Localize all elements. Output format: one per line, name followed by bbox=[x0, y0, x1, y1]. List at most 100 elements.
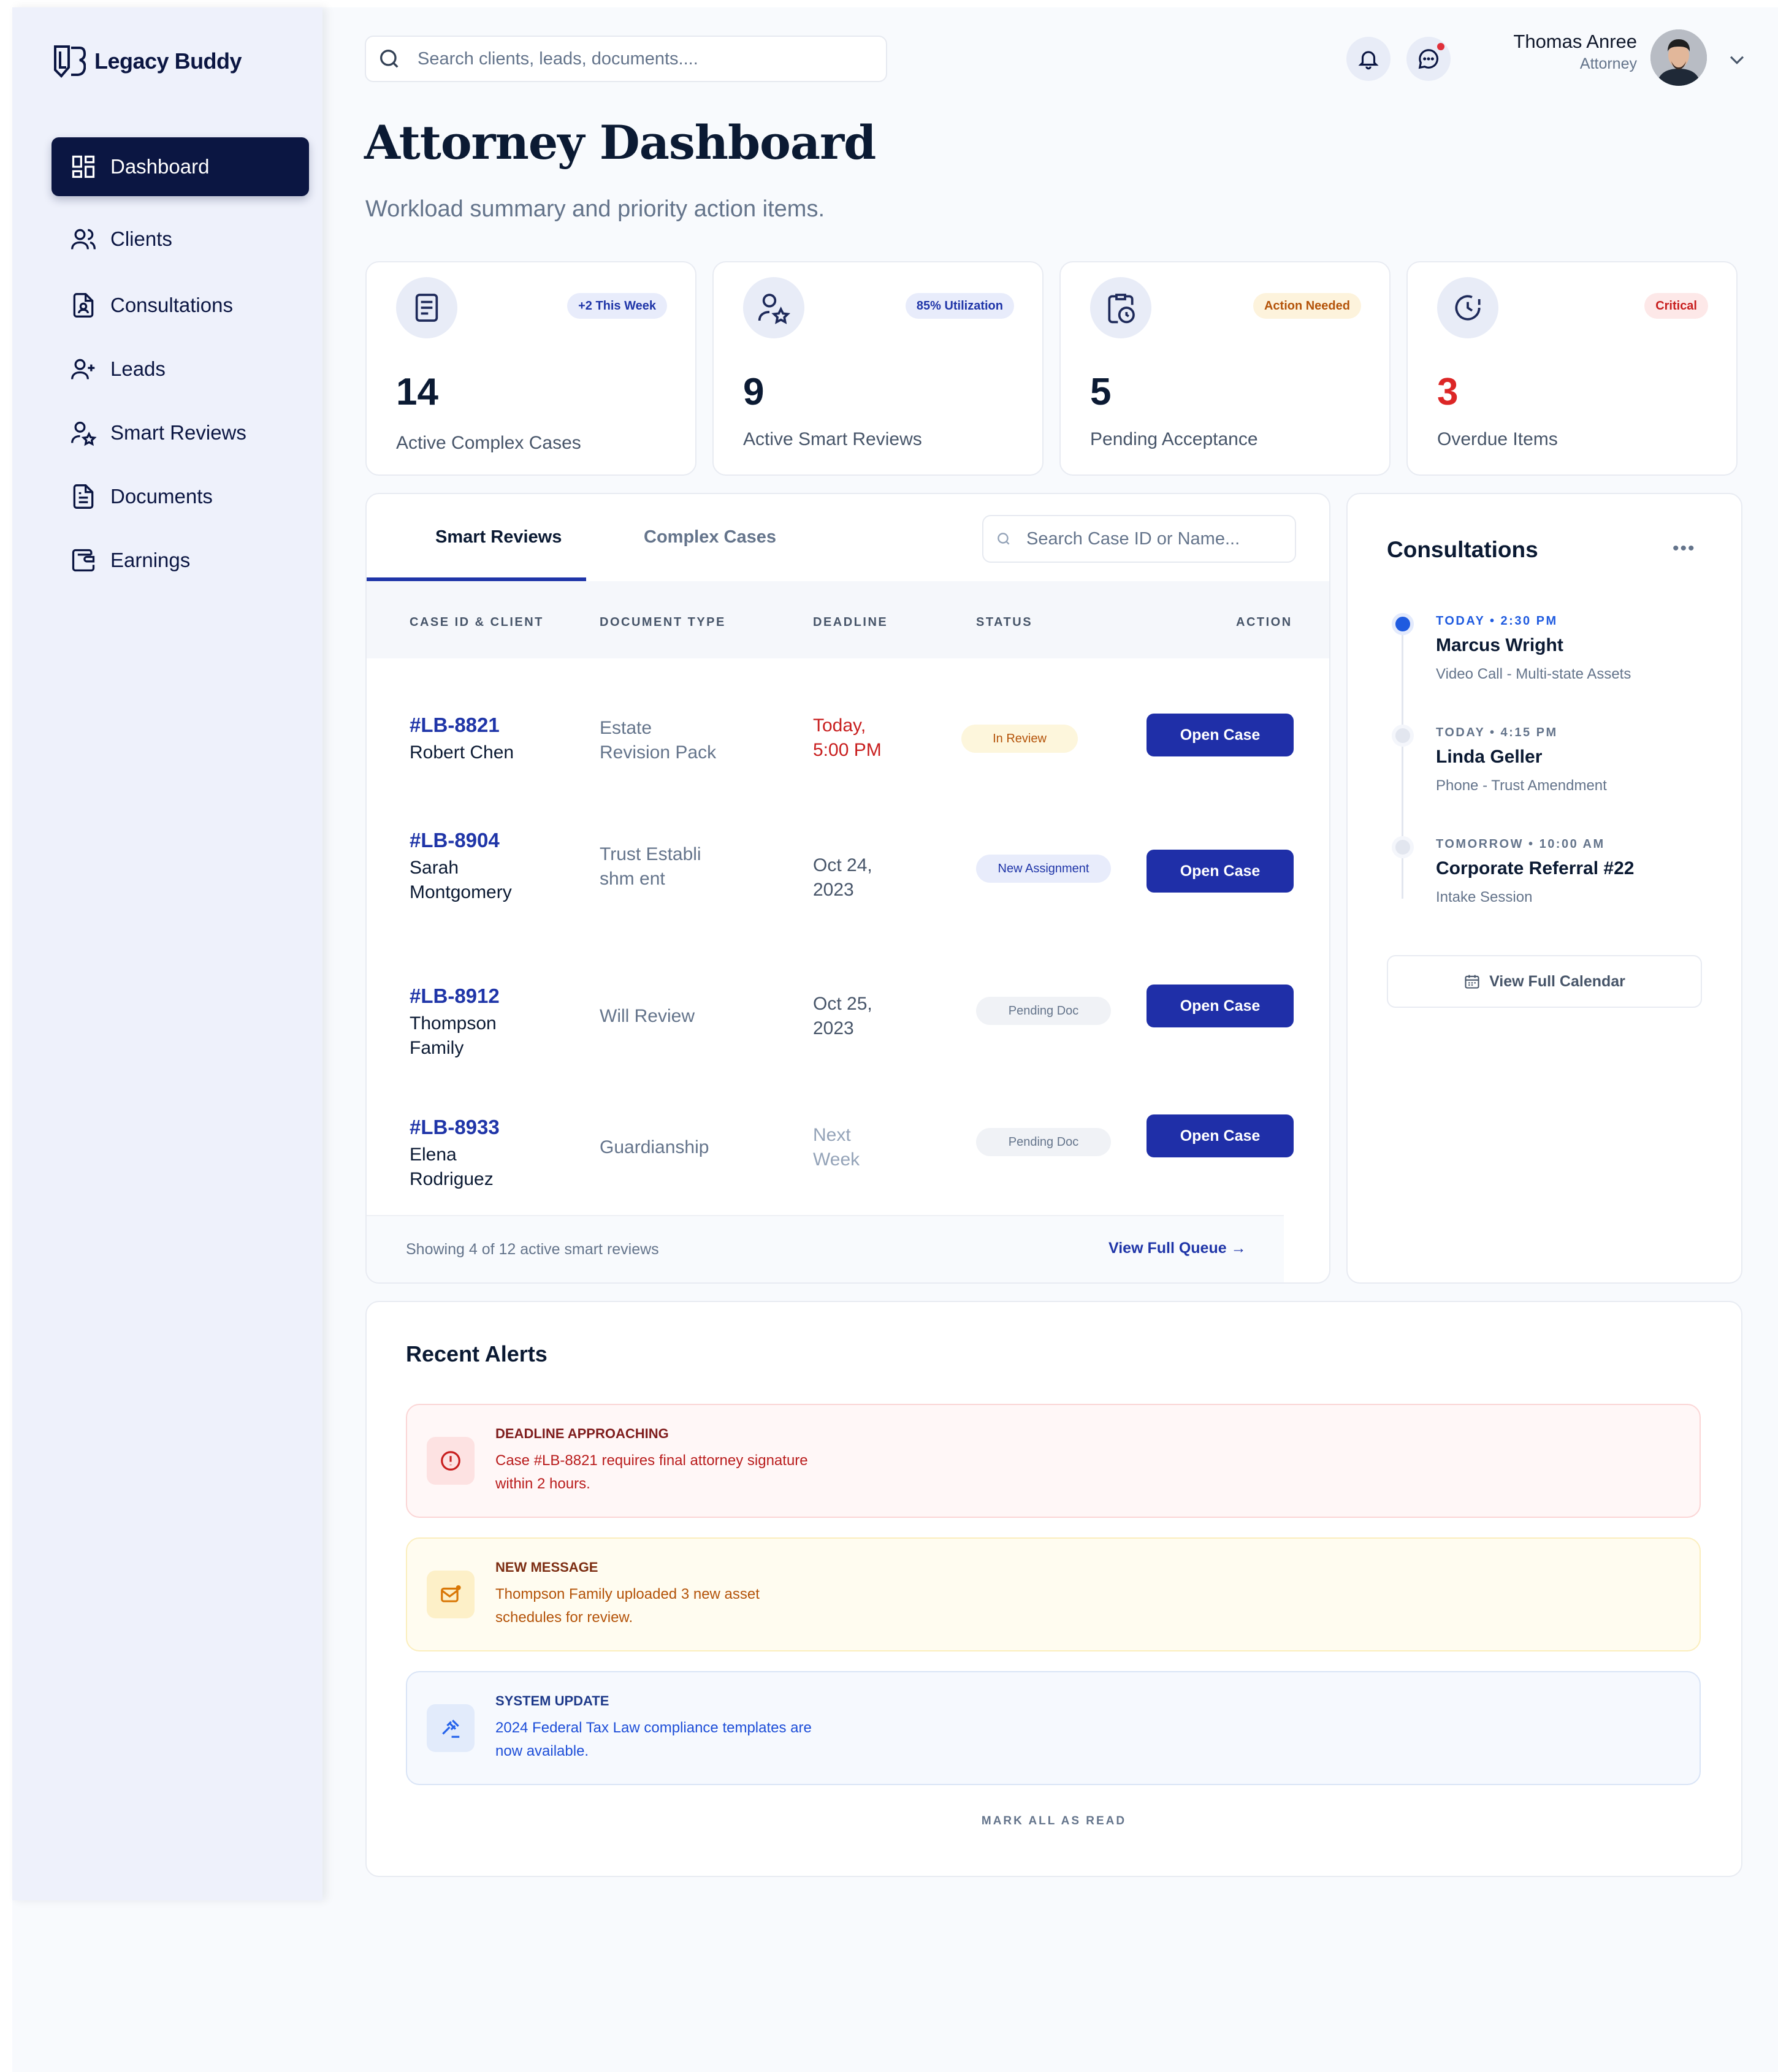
view-full-queue-link[interactable]: View Full Queue → bbox=[1108, 1240, 1246, 1257]
bell-icon bbox=[1358, 51, 1379, 70]
case-id-link[interactable]: #LB-8904 bbox=[410, 829, 500, 852]
consultation-desc: Intake Session bbox=[1436, 889, 1533, 905]
stat-label: Overdue Items bbox=[1437, 429, 1558, 449]
alert-deadline[interactable]: DEADLINE APPROACHING Case #LB-8821 requi… bbox=[406, 1404, 1701, 1518]
column-header: DEADLINE bbox=[813, 615, 888, 629]
status-badge: In Review bbox=[961, 725, 1078, 753]
column-header: STATUS bbox=[976, 615, 1033, 629]
document-type: Guardianship bbox=[600, 1137, 709, 1157]
sidebar-item-consultations[interactable]: Consultations bbox=[52, 276, 309, 335]
timeline-dot-active bbox=[1392, 613, 1414, 635]
consultations-panel: Consultations ••• TODAY • 2:30 PM Marcus… bbox=[1346, 493, 1742, 1284]
sidebar-item-clients[interactable]: Clients bbox=[52, 210, 309, 269]
stat-card-smart-reviews[interactable]: 85% Utilization 9 Active Smart Reviews bbox=[712, 261, 1044, 476]
status-badge: Pending Doc bbox=[976, 1128, 1111, 1156]
user-info[interactable]: Thomas Anree Attorney bbox=[1502, 31, 1637, 73]
consultation-name[interactable]: Corporate Referral #22 bbox=[1436, 858, 1634, 879]
consultation-name[interactable]: Marcus Wright bbox=[1436, 635, 1563, 656]
case-id-link[interactable]: #LB-8821 bbox=[410, 714, 500, 737]
avatar[interactable] bbox=[1650, 29, 1707, 86]
notifications-button[interactable] bbox=[1346, 37, 1391, 81]
case-id-link[interactable]: #LB-8912 bbox=[410, 985, 500, 1008]
gavel-icon bbox=[442, 1720, 460, 1738]
client-name: Sarah Montgomery bbox=[410, 858, 512, 902]
consultation-time: TOMORROW • 10:00 AM bbox=[1436, 837, 1605, 851]
document-icon bbox=[73, 484, 94, 509]
sidebar-item-earnings[interactable]: Earnings bbox=[52, 531, 309, 590]
stat-card-overdue[interactable]: Critical 3 Overdue Items bbox=[1406, 261, 1738, 476]
stat-value: 9 bbox=[743, 371, 765, 413]
sidebar-item-label: Consultations bbox=[110, 294, 233, 316]
timeline-dot bbox=[1392, 725, 1414, 747]
stat-value: 3 bbox=[1437, 371, 1459, 413]
view-calendar-button[interactable]: View Full Calendar bbox=[1387, 955, 1702, 1008]
view-calendar-label: View Full Calendar bbox=[1489, 972, 1625, 990]
more-options-icon[interactable]: ••• bbox=[1673, 538, 1696, 559]
messages-button[interactable] bbox=[1406, 37, 1451, 81]
alert-system[interactable]: SYSTEM UPDATE 2024 Federal Tax Law compl… bbox=[406, 1671, 1701, 1785]
alert-body: Case #LB-8821 requires final attorney si… bbox=[495, 1452, 808, 1492]
sidebar-item-smart-reviews[interactable]: Smart Reviews bbox=[52, 403, 309, 462]
status-badge: New Assignment bbox=[976, 855, 1111, 883]
timeline-line bbox=[1402, 631, 1403, 899]
consultation-time: TODAY • 4:15 PM bbox=[1436, 726, 1558, 739]
stat-icon-wrap bbox=[1437, 277, 1498, 338]
tab-complex-cases[interactable]: Complex Cases bbox=[644, 527, 776, 547]
calendar-icon bbox=[1465, 975, 1479, 989]
stat-badge: Critical bbox=[1644, 293, 1708, 319]
sidebar-item-label: Dashboard bbox=[110, 155, 210, 178]
global-search[interactable] bbox=[365, 36, 887, 82]
document-type: Will Review bbox=[600, 1006, 695, 1026]
search-input[interactable] bbox=[418, 48, 859, 69]
showing-count: Showing 4 of 12 active smart reviews bbox=[406, 1241, 659, 1258]
unread-dot bbox=[1437, 43, 1444, 50]
table-header: CASE ID & CLIENT DOCUMENT TYPE DEADLINE … bbox=[367, 581, 1329, 658]
sidebar-item-documents[interactable]: Documents bbox=[52, 467, 309, 526]
app-name: Legacy Buddy bbox=[94, 48, 242, 74]
mark-all-read-button[interactable]: MARK ALL AS READ bbox=[367, 1815, 1741, 1828]
alert-body: 2024 Federal Tax Law compliance template… bbox=[495, 1720, 812, 1759]
deadline: Oct 24, 2023 bbox=[813, 855, 872, 900]
case-id-link[interactable]: #LB-8933 bbox=[410, 1116, 500, 1139]
case-search[interactable] bbox=[982, 515, 1296, 563]
clipboard-clock-icon bbox=[1108, 294, 1135, 324]
alert-icon-wrap bbox=[427, 1437, 475, 1485]
stat-card-pending-acceptance[interactable]: Action Needed 5 Pending Acceptance bbox=[1059, 261, 1391, 476]
sidebar-item-dashboard[interactable]: Dashboard bbox=[52, 137, 309, 196]
alert-title: DEADLINE APPROACHING bbox=[495, 1426, 669, 1441]
tab-smart-reviews[interactable]: Smart Reviews bbox=[435, 527, 562, 547]
consultations-title: Consultations bbox=[1387, 537, 1538, 562]
document-type: Estate Revision Pack bbox=[600, 718, 717, 763]
open-case-button[interactable]: Open Case bbox=[1147, 1114, 1294, 1157]
open-case-button[interactable]: Open Case bbox=[1147, 985, 1294, 1027]
wallet-icon bbox=[72, 549, 95, 572]
client-name: Elena Rodriguez bbox=[410, 1145, 494, 1189]
alert-icon-wrap bbox=[427, 1704, 475, 1752]
open-case-button[interactable]: Open Case bbox=[1147, 714, 1294, 756]
user-star-icon bbox=[758, 294, 791, 324]
consultation-name[interactable]: Linda Geller bbox=[1436, 747, 1542, 767]
status-badge: Pending Doc bbox=[976, 997, 1111, 1025]
sidebar: Legacy Buddy Dashboard Clients Consultat… bbox=[12, 7, 322, 1900]
consultation-icon bbox=[73, 293, 94, 318]
chat-icon bbox=[1418, 49, 1438, 69]
open-case-button[interactable]: Open Case bbox=[1147, 850, 1294, 893]
chevron-down-icon[interactable] bbox=[1726, 49, 1747, 70]
user-star-icon bbox=[71, 421, 97, 446]
app-root: Legacy Buddy Dashboard Clients Consultat… bbox=[12, 7, 1778, 2072]
stat-value: 5 bbox=[1090, 371, 1112, 413]
consultation-desc: Phone - Trust Amendment bbox=[1436, 777, 1607, 794]
alert-message[interactable]: NEW MESSAGE Thompson Family uploaded 3 n… bbox=[406, 1537, 1701, 1651]
stat-badge: Action Needed bbox=[1253, 293, 1361, 319]
consultation-desc: Video Call - Multi-state Assets bbox=[1436, 666, 1631, 682]
users-icon bbox=[71, 229, 96, 249]
stat-label: Active Complex Cases bbox=[396, 433, 581, 453]
client-name: Robert Chen bbox=[410, 742, 514, 763]
deadline: Next Week bbox=[813, 1125, 860, 1170]
sidebar-item-leads[interactable]: Leads bbox=[52, 340, 309, 398]
alert-title: NEW MESSAGE bbox=[495, 1560, 598, 1575]
stat-label: Active Smart Reviews bbox=[743, 429, 922, 449]
stat-card-complex-cases[interactable]: +2 This Week 14 Active Complex Cases bbox=[365, 261, 696, 476]
case-search-input[interactable] bbox=[1026, 528, 1284, 549]
logo[interactable]: Legacy Buddy bbox=[53, 43, 242, 80]
